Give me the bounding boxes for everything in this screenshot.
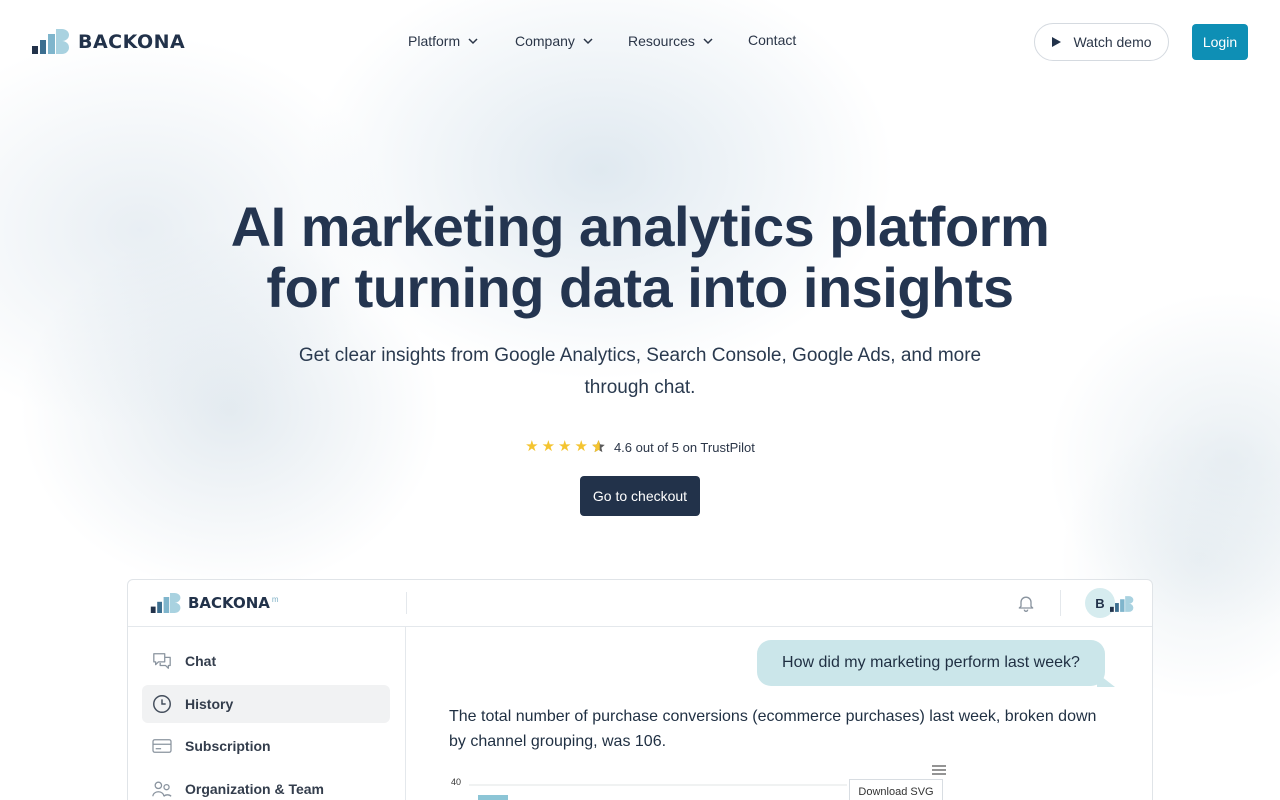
team-icon: [152, 781, 172, 797]
clock-icon: [153, 695, 171, 713]
main-menu: Platform Company Resources Contact: [408, 32, 796, 49]
sidebar-item-chat[interactable]: Chat: [142, 642, 390, 680]
star-icon: ★: [525, 438, 539, 455]
rating-stars: ★ ★ ★ ★: [525, 438, 606, 456]
sidebar-item-history[interactable]: History: [142, 685, 390, 723]
hero-title-line-1: AI marketing analytics platform: [230, 195, 1050, 258]
nav-company[interactable]: Company: [515, 33, 628, 49]
org-logo-icon: [1110, 596, 1134, 612]
rating-text: 4.6 out of 5 on TrustPilot: [613, 439, 755, 455]
star-icon: ★: [541, 438, 556, 455]
header-divider: [1060, 590, 1061, 616]
nav-company-label: Company: [515, 33, 575, 49]
nav-contact-label: Contact: [748, 32, 797, 48]
conversions-chart: 40: [451, 777, 847, 800]
chat-icon: [153, 653, 171, 669]
chart-bar: [478, 795, 508, 800]
hero-subtitle: Get clear insights from Google Analytics…: [298, 345, 982, 398]
checkout-button[interactable]: Go to checkout: [580, 476, 700, 516]
play-icon: [1052, 37, 1062, 47]
app-logo: BACKONA m: [150, 593, 279, 613]
header-divider: [406, 592, 407, 614]
chat-area: How did my marketing perform last week? …: [407, 627, 1152, 800]
logo-mark-icon: [150, 593, 181, 613]
app-sidebar: Chat History Subscription Organization &…: [128, 627, 406, 800]
star-partial-icon: [592, 440, 605, 453]
sidebar-item-organization[interactable]: Organization & Team: [142, 770, 390, 800]
nav-platform[interactable]: Platform: [408, 33, 515, 49]
app-brand-sup: m: [271, 594, 279, 604]
nav-resources-label: Resources: [628, 33, 695, 49]
top-nav: BACKONA Platform Company Resources Conta…: [0, 0, 1280, 84]
menu-icon[interactable]: [931, 763, 947, 777]
app-preview: BACKONA m B Chat History Subscription Or…: [127, 579, 1153, 800]
download-svg-button[interactable]: Download SVG: [849, 779, 943, 800]
watch-demo-button[interactable]: Watch demo: [1034, 23, 1169, 61]
credit-card-icon: [152, 739, 172, 753]
user-message: How did my marketing perform last week?: [757, 640, 1105, 686]
nav-platform-label: Platform: [408, 33, 461, 49]
hero-title: AI marketing analytics platform for turn…: [0, 196, 1280, 318]
login-button[interactable]: Login: [1192, 24, 1248, 60]
nav-contact[interactable]: Contact: [748, 32, 796, 48]
star-icon: ★: [558, 438, 572, 455]
brand-logo[interactable]: BACKONA: [32, 29, 185, 54]
trustpilot-rating: ★ ★ ★ ★ 4.6 out of 5 on TrustPilot: [0, 438, 1280, 456]
logo-mark-icon: [32, 29, 69, 54]
hero-title-line-2: for turning data into insights: [266, 256, 1014, 319]
nav-resources[interactable]: Resources: [628, 33, 748, 49]
chart-tick-label: 40: [451, 777, 461, 787]
sidebar-item-subscription[interactable]: Subscription: [142, 727, 390, 765]
assistant-message: The total number of purchase conversions…: [449, 708, 1097, 750]
chevron-down-icon: [468, 38, 478, 45]
chevron-down-icon: [583, 38, 593, 45]
brand-name: BACKONA: [78, 30, 186, 53]
watch-demo-label: Watch demo: [1073, 34, 1152, 50]
chevron-down-icon: [703, 38, 713, 45]
sidebar-item-label: Chat: [185, 653, 217, 669]
star-icon: ★: [574, 438, 588, 455]
bell-icon[interactable]: [1016, 593, 1036, 613]
app-header: BACKONA m B: [128, 580, 1152, 627]
app-brand-name: BACKONA: [188, 594, 270, 612]
sidebar-item-label: Organization & Team: [185, 781, 324, 797]
sidebar-item-label: History: [185, 696, 234, 712]
sidebar-item-label: Subscription: [185, 738, 271, 754]
